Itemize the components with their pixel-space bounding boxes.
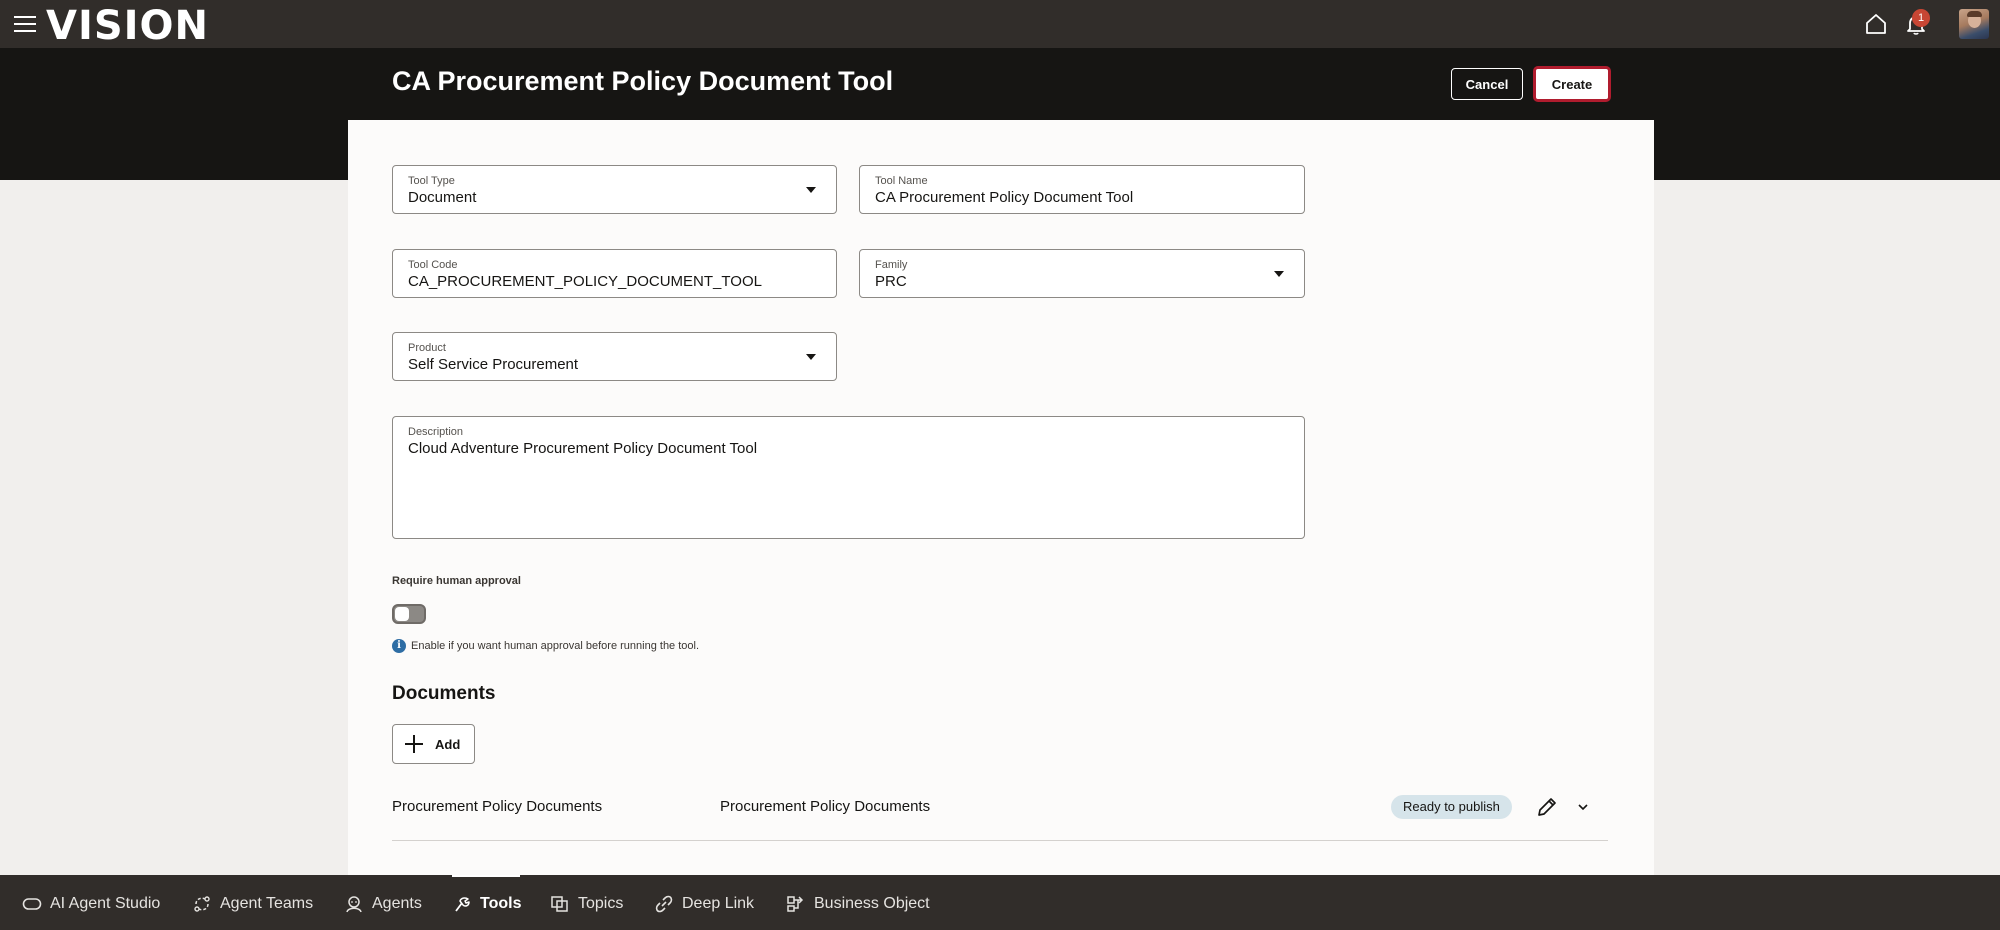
- description-value: Cloud Adventure Procurement Policy Docum…: [408, 440, 758, 457]
- edit-pencil-icon[interactable]: [1536, 796, 1558, 818]
- nav-label: Agents: [372, 895, 422, 912]
- family-label: Family: [875, 259, 908, 271]
- tool-code-field[interactable]: Tool Code CA_PROCUREMENT_POLICY_DOCUMENT…: [392, 249, 837, 298]
- info-icon: i: [392, 639, 406, 653]
- tool-name-label: Tool Name: [875, 175, 928, 187]
- approval-helper-text: Enable if you want human approval before…: [411, 640, 700, 652]
- document-row-name: Procurement Policy Documents: [392, 798, 603, 815]
- notification-count-badge: 1: [1912, 9, 1930, 27]
- home-icon[interactable]: [1864, 12, 1888, 36]
- top-app-bar: VISION: [0, 0, 2000, 49]
- add-button-label: Add: [435, 736, 461, 752]
- nav-item-agent-teams[interactable]: Agent Teams: [192, 893, 313, 915]
- document-row-description: Procurement Policy Documents: [720, 798, 931, 815]
- create-button[interactable]: Create: [1533, 66, 1611, 102]
- link-icon: [655, 895, 673, 913]
- add-document-button[interactable]: Add: [392, 724, 475, 764]
- tool-type-value: Document: [408, 189, 477, 206]
- toggle-knob: [395, 607, 409, 621]
- active-tab-indicator: [452, 875, 520, 877]
- vision-logo[interactable]: VISION: [46, 3, 209, 49]
- studio-icon: [22, 898, 42, 910]
- agent-teams-icon: [194, 896, 210, 912]
- user-avatar[interactable]: [1959, 9, 1989, 39]
- nav-item-tools[interactable]: Tools: [452, 893, 521, 915]
- business-object-icon: [787, 896, 804, 912]
- tools-icon: [455, 897, 470, 912]
- product-value: Self Service Procurement: [408, 356, 579, 373]
- nav-item-business-object[interactable]: Business Object: [786, 893, 930, 915]
- nav-item-topics[interactable]: Topics: [550, 893, 623, 915]
- description-label: Description: [408, 426, 464, 438]
- plus-icon: [404, 734, 424, 754]
- tool-code-label: Tool Code: [408, 259, 458, 271]
- tool-type-select[interactable]: Tool Type Document: [392, 165, 837, 214]
- bottom-navigation: AI Agent Studio Agent Teams Agents Tools: [0, 875, 2000, 930]
- dropdown-caret-icon[interactable]: [806, 354, 816, 360]
- dropdown-caret-icon[interactable]: [806, 187, 816, 193]
- nav-item-ai-agent-studio[interactable]: AI Agent Studio: [22, 893, 160, 915]
- nav-label: Agent Teams: [220, 895, 314, 912]
- require-approval-toggle[interactable]: [392, 604, 426, 624]
- hamburger-menu-icon[interactable]: [14, 16, 36, 32]
- product-select[interactable]: Product Self Service Procurement: [392, 332, 837, 381]
- description-textarea[interactable]: Description Cloud Adventure Procurement …: [392, 416, 1305, 539]
- row-divider: [392, 840, 1608, 841]
- family-select[interactable]: Family PRC: [859, 249, 1305, 298]
- tool-code-value: CA_PROCUREMENT_POLICY_DOCUMENT_TOOL: [408, 273, 762, 290]
- require-approval-label: Require human approval: [392, 575, 521, 587]
- product-label: Product: [408, 342, 446, 354]
- status-badge: Ready to publish: [1391, 795, 1512, 819]
- nav-item-agents[interactable]: Agents: [344, 893, 422, 915]
- nav-item-deep-link[interactable]: Deep Link: [654, 893, 754, 915]
- tool-type-label: Tool Type: [408, 175, 455, 187]
- nav-label: Deep Link: [682, 895, 755, 912]
- nav-label: Topics: [578, 895, 624, 912]
- tool-name-field[interactable]: Tool Name CA Procurement Policy Document…: [859, 165, 1305, 214]
- family-value: PRC: [875, 273, 907, 290]
- dropdown-caret-icon[interactable]: [1274, 271, 1284, 277]
- cancel-button[interactable]: Cancel: [1451, 68, 1523, 100]
- chevron-down-icon[interactable]: [1576, 800, 1590, 814]
- topics-icon: [551, 896, 568, 912]
- agents-icon: [346, 896, 362, 913]
- nav-label: AI Agent Studio: [50, 895, 161, 912]
- tool-name-value: CA Procurement Policy Document Tool: [875, 189, 1134, 206]
- nav-label: Tools: [480, 895, 522, 912]
- nav-label: Business Object: [814, 895, 930, 912]
- documents-heading: Documents: [392, 683, 496, 704]
- page-title: CA Procurement Policy Document Tool: [392, 66, 894, 96]
